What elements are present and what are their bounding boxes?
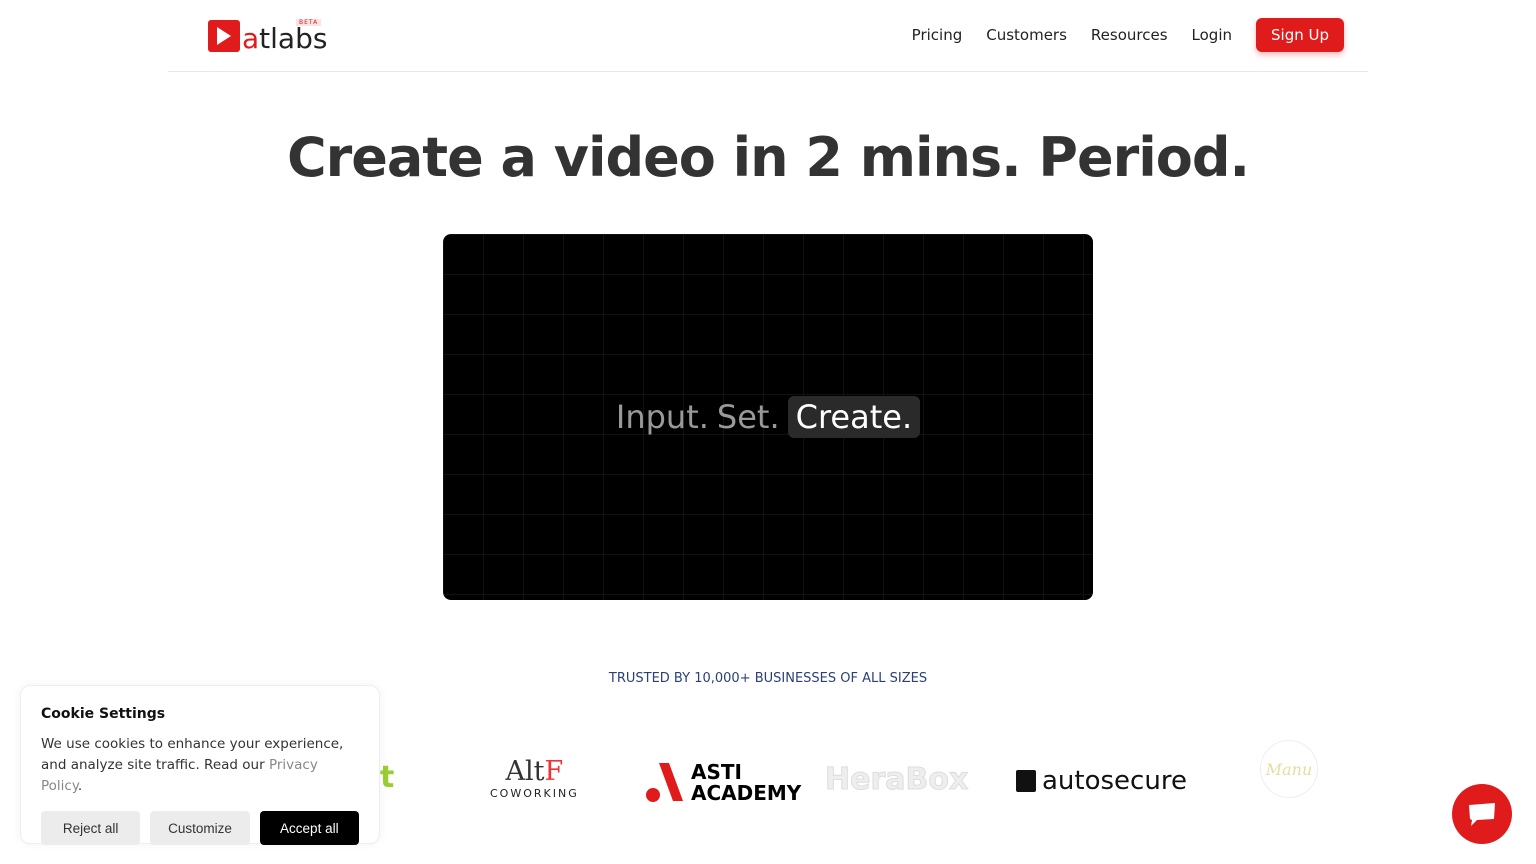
logo[interactable]: atlabs BETA [208, 18, 327, 54]
nav-customers[interactable]: Customers [986, 26, 1067, 44]
autosecure-text: autosecure [1042, 766, 1187, 796]
nav-login[interactable]: Login [1192, 26, 1232, 44]
chat-button[interactable] [1452, 784, 1512, 844]
cookie-text: We use cookies to enhance your experienc… [41, 736, 344, 794]
video-caption: Input. Set. Create. [615, 396, 921, 438]
nav-resources[interactable]: Resources [1091, 26, 1168, 44]
nav-pricing[interactable]: Pricing [912, 26, 963, 44]
logo-altf: AltF COWORKING [490, 756, 579, 800]
partial-logo: t [380, 760, 395, 795]
beta-badge: BETA [296, 19, 322, 26]
accept-all-button[interactable]: Accept all [259, 811, 359, 845]
chat-bubble-icon [1469, 803, 1495, 826]
logo-autosecure: autosecure [1016, 766, 1187, 796]
customize-button[interactable]: Customize [150, 811, 250, 845]
hero-video[interactable]: Input. Set. Create. [443, 234, 1093, 600]
trusted-label: TRUSTED BY 10,000+ BUSINESSES OF ALL SIZ… [608, 671, 928, 686]
main-nav: Pricing Customers Resources Login Sign U… [912, 18, 1344, 52]
page-title: Create a video in 2 mins. Period. [286, 126, 1250, 189]
signup-button[interactable]: Sign Up [1256, 18, 1344, 52]
video-word-highlight: Create. [787, 396, 921, 438]
logo-text: atlabs [242, 22, 328, 55]
autosecure-icon [1016, 770, 1036, 792]
customer-logos: t AltF COWORKING ASTI ACADEMY HeraBox aut… [380, 740, 1340, 820]
logo-asti: ASTI ACADEMY [645, 762, 801, 804]
cookie-banner: Cookie Settings We use cookies to enhanc… [20, 685, 380, 845]
cookie-title: Cookie Settings [41, 706, 166, 722]
video-word: Input. [615, 398, 709, 436]
header: atlabs BETA Pricing Customers Resources … [168, 0, 1368, 72]
logo-icon [208, 20, 240, 52]
logo-herabox: HeraBox [824, 762, 969, 798]
asti-icon [646, 763, 683, 802]
reject-all-button[interactable]: Reject all [41, 811, 141, 845]
logo-manu: Manu [1260, 740, 1318, 798]
video-word: Set. [716, 398, 780, 436]
